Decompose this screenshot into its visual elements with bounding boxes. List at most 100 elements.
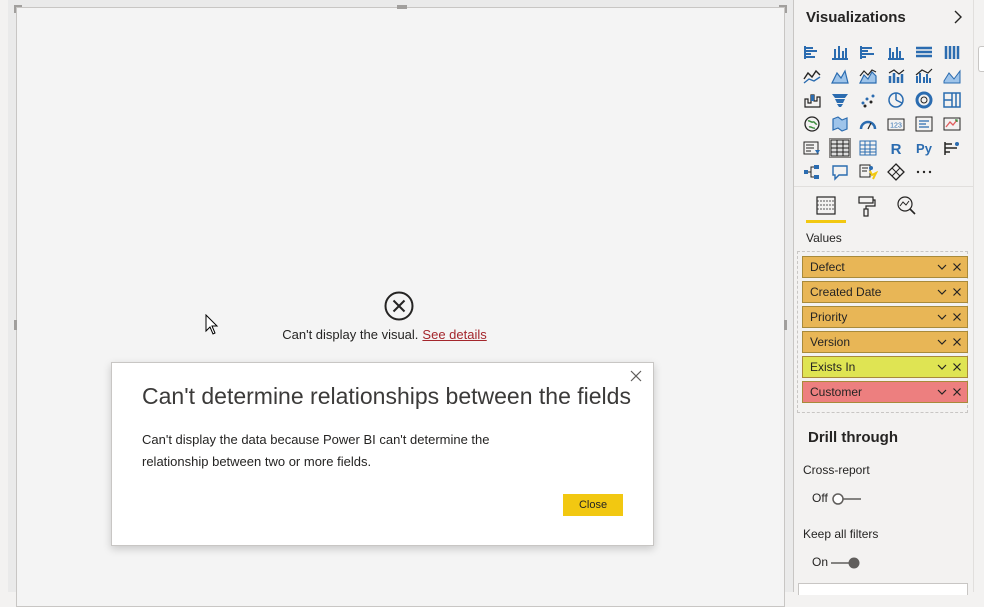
multi-row-card-icon[interactable] — [914, 115, 934, 133]
table-icon[interactable] — [829, 138, 851, 158]
value-field-pill[interactable]: Defect — [802, 256, 968, 278]
area-chart-icon-glyph — [831, 69, 849, 84]
scatter-chart-icon[interactable] — [858, 91, 878, 109]
filled-map-icon-glyph — [832, 116, 848, 132]
clustered-bar-chart-icon[interactable] — [858, 43, 878, 61]
key-influencers-icon[interactable] — [942, 139, 962, 157]
donut-chart-icon-glyph — [915, 91, 933, 109]
map-icon-glyph — [804, 116, 820, 132]
value-field-label: Priority — [810, 310, 848, 324]
chevron-right-icon[interactable] — [952, 9, 964, 25]
more-visuals-icon[interactable] — [914, 163, 934, 181]
chevron-down-icon[interactable] — [937, 312, 947, 322]
chevron-down-icon[interactable] — [937, 262, 947, 272]
qna-icon-glyph — [832, 165, 848, 181]
slicer-icon[interactable] — [802, 139, 822, 157]
values-well-label: Values — [806, 231, 842, 245]
value-field-pill[interactable]: Priority — [802, 306, 968, 328]
value-field-pill[interactable]: Customer — [802, 381, 968, 403]
value-field-pill[interactable]: Exists In — [802, 356, 968, 378]
pie-chart-icon-glyph — [888, 92, 904, 108]
card-icon[interactable]: 123 — [886, 115, 906, 133]
chevron-down-icon[interactable] — [937, 387, 947, 397]
line-and-stacked-column-icon[interactable] — [886, 67, 906, 85]
resize-handle-right[interactable] — [784, 320, 787, 330]
remove-field-icon[interactable] — [952, 362, 962, 372]
stacked-column-chart-icon[interactable] — [830, 43, 850, 61]
more-visuals-icon-glyph — [916, 170, 932, 174]
kpi-icon[interactable] — [942, 115, 962, 133]
fields-tab-icon[interactable] — [813, 193, 839, 219]
line-and-stacked-column-icon-glyph — [888, 69, 905, 83]
treemap-icon[interactable] — [942, 91, 962, 109]
map-icon[interactable] — [802, 115, 822, 133]
matrix-icon-glyph — [859, 140, 877, 156]
close-icon[interactable] — [629, 369, 643, 383]
resize-handle-top-left-v[interactable] — [14, 5, 16, 13]
toggle-off-icon — [832, 493, 861, 505]
filled-map-icon[interactable] — [830, 115, 850, 133]
qna-icon[interactable] — [830, 163, 850, 181]
svg-text:123: 123 — [890, 123, 902, 130]
chevron-down-icon[interactable] — [937, 362, 947, 372]
r-script-visual-icon[interactable]: R — [886, 139, 906, 157]
line-chart-icon-glyph — [803, 69, 821, 84]
waterfall-chart-icon[interactable] — [802, 91, 822, 109]
resize-handle-top[interactable] — [397, 5, 407, 9]
value-field-pill[interactable]: Created Date — [802, 281, 968, 303]
resize-handle-top-right-v[interactable] — [785, 5, 787, 13]
error-dialog: Can't determine relationships between th… — [111, 362, 654, 546]
drill-through-field-well[interactable] — [798, 583, 968, 595]
value-field-label: Exists In — [810, 360, 856, 374]
100-stacked-column-chart-icon[interactable] — [942, 43, 962, 61]
active-tab-indicator — [806, 220, 846, 223]
smart-narrative-icon[interactable] — [858, 163, 878, 181]
line-and-clustered-column-icon[interactable] — [914, 67, 934, 85]
error-message-text: Can't display the visual. — [282, 327, 419, 342]
matrix-icon[interactable] — [858, 139, 878, 157]
funnel-chart-icon-glyph — [832, 94, 848, 107]
donut-chart-icon[interactable] — [914, 91, 934, 109]
line-chart-icon[interactable] — [802, 67, 822, 85]
error-message-line: Can't display the visual. See details — [0, 327, 769, 342]
python-visual-icon[interactable]: Py — [914, 139, 934, 157]
analytics-tab-icon[interactable] — [893, 193, 919, 219]
stacked-bar-chart-icon[interactable] — [802, 43, 822, 61]
100-stacked-bar-chart-icon[interactable] — [914, 43, 934, 61]
fields-search-edge[interactable] — [978, 46, 984, 72]
error-circle-x-icon — [384, 291, 414, 321]
remove-field-icon[interactable] — [952, 287, 962, 297]
see-details-link[interactable]: See details — [422, 327, 486, 342]
clustered-column-chart-icon[interactable] — [886, 43, 906, 61]
remove-field-icon[interactable] — [952, 262, 962, 272]
ribbon-chart-icon[interactable] — [942, 67, 962, 85]
paginated-report-icon[interactable] — [886, 163, 906, 181]
remove-field-icon[interactable] — [952, 312, 962, 322]
paginated-report-icon-glyph — [887, 163, 905, 181]
close-button[interactable]: Close — [563, 494, 623, 516]
kpi-icon-glyph — [943, 117, 961, 131]
format-tab-icon[interactable] — [853, 193, 879, 219]
stacked-area-chart-icon[interactable] — [858, 67, 878, 85]
clustered-column-chart-icon-glyph — [888, 47, 904, 60]
gauge-icon[interactable] — [858, 115, 878, 133]
fields-pane-edge — [973, 0, 984, 592]
waterfall-chart-icon-glyph — [804, 94, 821, 108]
decomposition-tree-icon[interactable] — [802, 163, 822, 181]
area-chart-icon[interactable] — [830, 67, 850, 85]
drill-through-title: Drill through — [808, 429, 898, 446]
clustered-bar-chart-icon-glyph — [860, 46, 874, 59]
value-field-pill[interactable]: Version — [802, 331, 968, 353]
keep-all-filters-label: Keep all filters — [803, 527, 879, 541]
treemap-icon-glyph — [943, 92, 961, 108]
smart-narrative-icon-glyph — [859, 164, 878, 180]
remove-field-icon[interactable] — [952, 387, 962, 397]
funnel-chart-icon[interactable] — [830, 91, 850, 109]
svg-text:R: R — [891, 141, 902, 157]
remove-field-icon[interactable] — [952, 337, 962, 347]
multi-row-card-icon-glyph — [915, 116, 933, 132]
chevron-down-icon[interactable] — [937, 287, 947, 297]
pie-chart-icon[interactable] — [886, 91, 906, 109]
chevron-down-icon[interactable] — [937, 337, 947, 347]
dialog-title: Can't determine relationships between th… — [142, 383, 631, 409]
